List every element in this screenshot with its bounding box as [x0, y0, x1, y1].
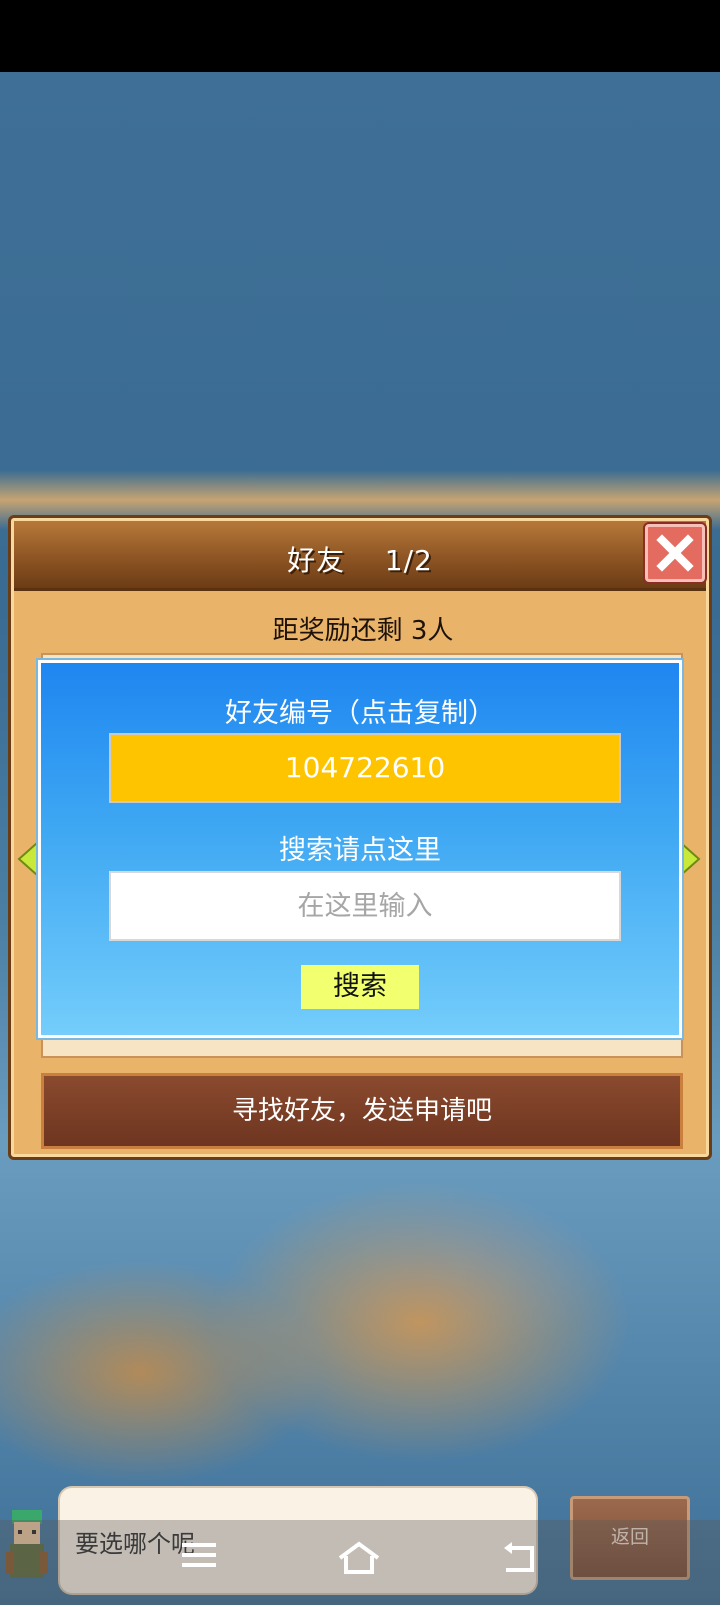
menu-icon	[182, 1543, 216, 1567]
search-button[interactable]: 搜索	[301, 965, 419, 1009]
dialog-title: 好友 1/2	[14, 539, 706, 579]
arrow-left-icon	[17, 840, 38, 878]
reward-remaining-text: 距奖励还剩 3人	[272, 616, 454, 646]
nav-menu-button[interactable]	[180, 1540, 218, 1574]
search-label: 搜索请点这里	[279, 835, 441, 866]
search-input[interactable]	[109, 871, 621, 941]
dialog-header: 好友 1/2	[14, 521, 706, 591]
find-friend-banner[interactable]: 寻找好友，发送申请吧	[41, 1073, 683, 1149]
dialog-title-text: 好友	[287, 544, 346, 577]
nav-back-button[interactable]	[500, 1540, 540, 1580]
arrow-right-icon	[680, 840, 701, 878]
close-button[interactable]	[645, 524, 705, 582]
friend-id-label: 好友编号（点击复制）	[225, 698, 495, 729]
home-icon	[338, 1541, 380, 1574]
prev-page-button[interactable]	[17, 840, 39, 881]
page-indicator: 1/2	[384, 544, 433, 577]
back-nav-icon	[504, 1542, 534, 1572]
close-icon	[656, 534, 694, 572]
system-nav-bar	[0, 1520, 720, 1605]
friend-id-popup: 好友编号（点击复制） 104722610 搜索请点这里 搜索	[38, 660, 682, 1038]
status-bar	[0, 0, 720, 72]
next-page-button[interactable]	[679, 840, 701, 881]
friend-id-copy-box[interactable]: 104722610	[109, 733, 621, 803]
nav-home-button[interactable]	[336, 1540, 382, 1580]
